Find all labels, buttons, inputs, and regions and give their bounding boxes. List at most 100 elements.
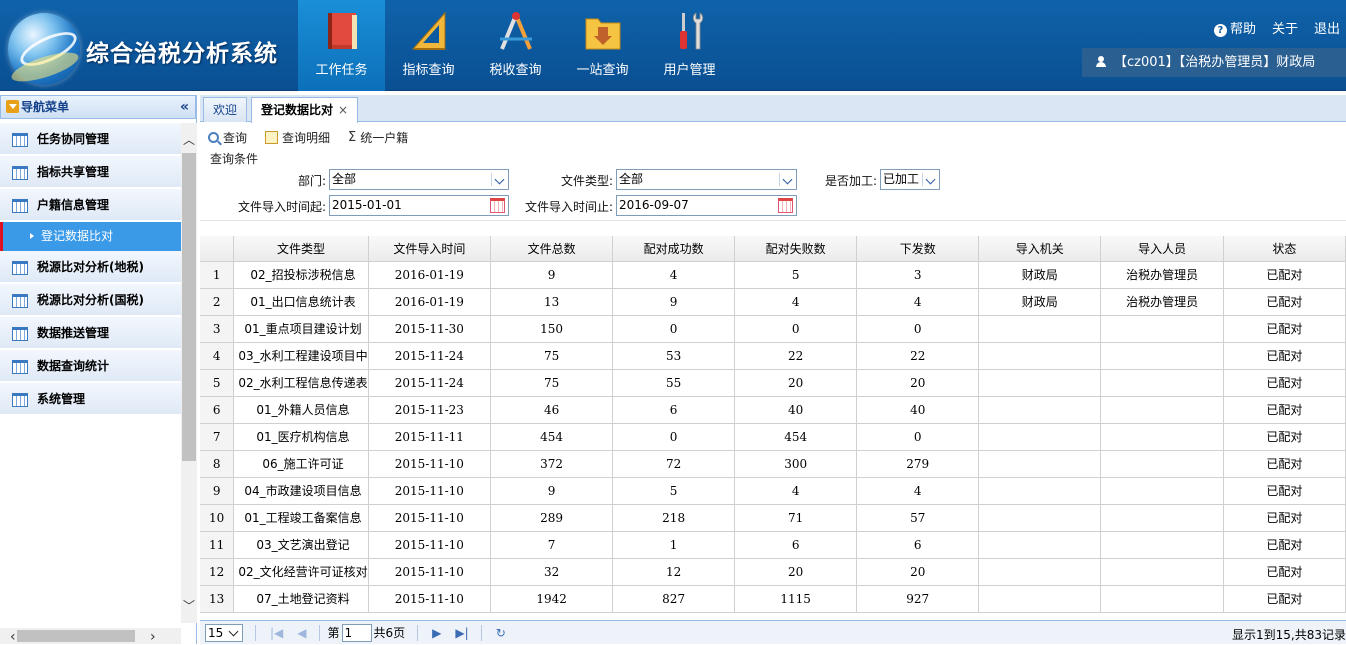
table-cell: 9 <box>490 261 614 289</box>
column-header[interactable]: 状态 <box>1223 236 1346 262</box>
sidebar-item-data-push[interactable]: 数据推送管理 <box>0 317 181 350</box>
chevron-down-icon <box>227 626 241 640</box>
table-cell: 4 <box>612 261 736 289</box>
book-icon <box>328 13 357 49</box>
query-detail-button[interactable]: 查询明细 <box>265 127 330 147</box>
table-row[interactable]: 4 03_水利工程建设项目中 2015-11-24 75 53 22 22 已配对 <box>200 342 1346 370</box>
top-nav-work-tasks[interactable]: 工作任务 <box>298 0 385 91</box>
row-number-cell: 8 <box>200 450 235 478</box>
table-row[interactable]: 6 01_外籍人员信息 2015-11-23 46 6 40 40 已配对 <box>200 396 1346 424</box>
table-cell <box>978 558 1102 586</box>
logo-globe-icon <box>8 13 80 85</box>
table-row[interactable]: 7 01_医疗机构信息 2015-11-11 454 0 454 0 已配对 <box>200 423 1346 451</box>
start-date-input[interactable]: 2015-01-01 <box>329 195 509 216</box>
table-row[interactable]: 9 04_市政建设项目信息 2015-11-10 9 5 4 4 已配对 <box>200 477 1346 505</box>
help-link[interactable]: ? 帮助 <box>1213 18 1256 37</box>
end-date-input[interactable]: 2016-09-07 <box>616 195 797 216</box>
dept-select[interactable]: 全部 <box>329 169 509 190</box>
column-header[interactable]: 下发数 <box>856 236 980 262</box>
table-cell <box>1100 396 1224 424</box>
table-cell: 0 <box>856 315 980 343</box>
table-cell: 13 <box>490 288 614 316</box>
processed-select[interactable]: 已加工 <box>880 169 940 190</box>
unify-household-button[interactable]: Σ 统一户籍 <box>348 127 408 147</box>
tab-registration-compare[interactable]: 登记数据比对 × <box>251 97 359 123</box>
table-row[interactable]: 8 06_施工许可证 2015-11-10 372 72 300 279 已配对 <box>200 450 1346 478</box>
table-cell: 已配对 <box>1223 531 1346 559</box>
logout-link[interactable]: 退出 <box>1314 18 1340 37</box>
user-info-text: 【cz001】【治税办管理员】财政局 <box>1114 55 1316 70</box>
sidebar-item-national-tax-compare[interactable]: 税源比对分析(国税) <box>0 284 181 317</box>
page-number-input[interactable]: 1 <box>341 623 372 642</box>
filetype-select[interactable]: 全部 <box>616 169 797 190</box>
top-nav-one-stop-query[interactable]: 一站查询 <box>559 0 646 91</box>
column-header[interactable]: 配对失败数 <box>734 236 858 262</box>
column-header[interactable]: 文件总数 <box>490 236 614 262</box>
sidebar-item-indicator-sharing[interactable]: 指标共享管理 <box>0 156 181 189</box>
table-row[interactable]: 12 02_文化经营许可证核对 2015-11-10 32 12 20 20 已配对 <box>200 558 1346 586</box>
column-header[interactable]: 文件导入时间 <box>368 236 492 262</box>
pager-info: 显示1到15,共83记录 <box>1232 628 1346 642</box>
unify-household-label: 统一户籍 <box>360 130 409 145</box>
scroll-right-icon[interactable]: › <box>150 629 156 645</box>
file-type-cell: 01_医疗机构信息 <box>233 423 369 451</box>
table-row[interactable]: 10 01_工程竣工备案信息 2015-11-10 289 218 71 57 已配对 <box>200 504 1346 532</box>
table-cell: 2015-11-10 <box>368 450 492 478</box>
tab-welcome[interactable]: 欢迎 <box>203 97 248 122</box>
calendar-icon <box>12 393 28 407</box>
scroll-down-icon[interactable]: ﹀ <box>181 597 197 613</box>
pager-separator <box>480 624 482 641</box>
top-nav-label: 工作任务 <box>315 63 368 78</box>
row-number-cell: 11 <box>200 531 235 559</box>
page-size-select[interactable]: 15 <box>205 623 243 642</box>
column-header[interactable]: 导入人员 <box>1100 236 1224 262</box>
table-cell: 2015-11-10 <box>368 558 492 586</box>
about-link[interactable]: 关于 <box>1272 18 1298 37</box>
table-cell: 454 <box>734 423 858 451</box>
query-detail-label: 查询明细 <box>282 130 331 145</box>
sidebar-subitem-registration-compare[interactable]: 登记数据比对 <box>0 222 195 251</box>
top-nav-user-management[interactable]: 用户管理 <box>646 0 733 91</box>
table-cell: 6 <box>612 396 736 424</box>
calendar-icon[interactable] <box>490 198 505 213</box>
table-cell: 0 <box>734 315 858 343</box>
table-cell: 4 <box>734 477 858 505</box>
query-button-label: 查询 <box>223 130 248 145</box>
table-row[interactable]: 11 03_文艺演出登记 2015-11-10 7 1 6 6 已配对 <box>200 531 1346 559</box>
refresh-icon[interactable]: ↻ <box>496 626 506 640</box>
close-icon[interactable]: × <box>338 103 348 117</box>
collapse-sidebar-icon[interactable]: « <box>180 96 189 118</box>
column-header[interactable]: 文件类型 <box>233 236 369 262</box>
scroll-up-icon[interactable]: ︿ <box>181 131 197 147</box>
table-row[interactable]: 13 07_土地登记资料 2015-11-10 1942 827 1115 927 已配对 <box>200 585 1346 613</box>
column-header[interactable]: 配对成功数 <box>612 236 736 262</box>
table-row[interactable]: 2 01_出口信息统计表 2016-01-19 13 9 4 4 财政局 治税办管理员 已配对 <box>200 288 1346 316</box>
table-row[interactable]: 5 02_水利工程信息传递表 2015-11-24 75 55 20 20 已配对 <box>200 369 1346 397</box>
query-button[interactable]: 查询 <box>208 127 247 147</box>
top-nav-indicator-query[interactable]: 指标查询 <box>385 0 472 91</box>
calendar-icon <box>12 199 28 213</box>
scrollbar-thumb[interactable] <box>17 630 135 642</box>
table-row[interactable]: 3 01_重点项目建设计划 2015-11-30 150 0 0 0 已配对 <box>200 315 1346 343</box>
sidebar-item-household-info[interactable]: 户籍信息管理 <box>0 189 181 222</box>
last-page-icon[interactable]: ▶| <box>455 626 468 640</box>
next-page-icon[interactable]: ▶ <box>432 626 441 640</box>
prev-page-icon[interactable]: ◀ <box>297 626 306 640</box>
sidebar-item-data-query-stats[interactable]: 数据查询统计 <box>0 350 181 383</box>
table-cell: 1942 <box>490 585 614 613</box>
sidebar-scrollbar[interactable] <box>181 123 197 623</box>
sidebar-item-task-collaboration[interactable]: 任务协同管理 <box>0 123 181 156</box>
calendar-icon[interactable] <box>778 198 793 213</box>
first-page-icon[interactable]: |◀ <box>270 626 283 640</box>
scroll-left-icon[interactable]: ‹ <box>10 629 16 645</box>
scrollbar-thumb[interactable] <box>182 153 196 461</box>
sidebar-item-local-tax-compare[interactable]: 税源比对分析(地税) <box>0 251 181 284</box>
top-nav-tax-query[interactable]: 税收查询 <box>472 0 559 91</box>
table-cell <box>978 504 1102 532</box>
tab-label: 登记数据比对 <box>261 103 334 117</box>
table-cell: 40 <box>734 396 858 424</box>
column-header[interactable]: 导入机关 <box>978 236 1102 262</box>
table-row[interactable]: 1 02_招投标涉税信息 2016-01-19 9 4 5 3 财政局 治税办管理员 已配对 <box>200 261 1346 289</box>
sidebar-item-system-management[interactable]: 系统管理 <box>0 383 181 416</box>
row-number-cell: 2 <box>200 288 235 316</box>
